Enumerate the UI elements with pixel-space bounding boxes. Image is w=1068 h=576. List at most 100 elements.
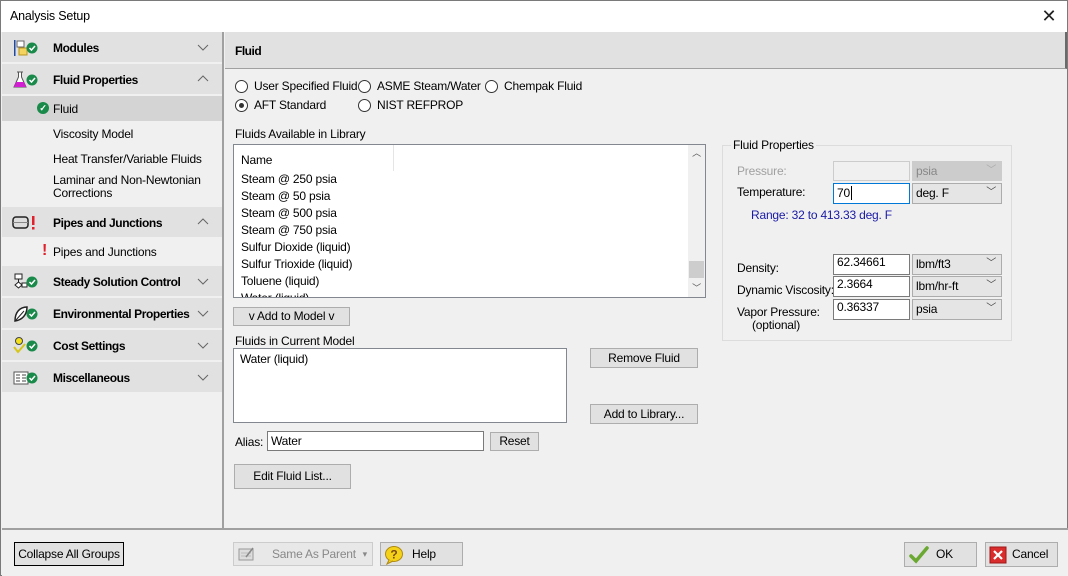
chevron-down-icon <box>196 40 210 54</box>
density-input[interactable]: 62.34661 <box>833 254 910 275</box>
ok-button[interactable]: OK <box>904 542 977 567</box>
vapor-pressure-input[interactable]: 0.36337 <box>833 299 910 320</box>
chevron-down-icon <box>196 370 210 384</box>
list-item[interactable]: Steam @ 500 psia <box>241 205 337 222</box>
viscosity-input[interactable]: 2.3664 <box>833 276 910 297</box>
chevron-down-icon: ﹀ <box>986 187 996 198</box>
radio-label: User Specified Fluid <box>254 79 358 93</box>
panel-header: Fluid <box>225 32 1067 69</box>
leaf-icon <box>12 304 38 324</box>
viscosity-unit-select[interactable]: lbm/hr-ft ﹀ <box>912 276 1002 297</box>
cancel-button[interactable]: Cancel <box>985 542 1058 567</box>
ok-label: OK <box>936 547 953 561</box>
add-to-library-button[interactable]: Add to Library... <box>590 404 698 424</box>
sidebar-group-cost-settings[interactable]: Cost Settings <box>2 330 222 362</box>
select-value: psia <box>916 302 938 316</box>
sidebar-item-heat-transfer[interactable]: Heat Transfer/Variable Fluids <box>2 146 222 171</box>
library-list[interactable]: Name Steam @ 250 psia Steam @ 50 psia St… <box>233 144 706 298</box>
alias-label: Alias: <box>235 435 264 449</box>
flask-icon <box>12 70 38 90</box>
model-fluids-list[interactable]: Water (liquid) <box>233 348 567 423</box>
radio-circle <box>235 79 248 93</box>
sidebar-group-pipes-junctions[interactable]: Pipes and Junctions <box>2 207 222 239</box>
edit-fluid-list-button[interactable]: Edit Fluid List... <box>234 464 351 489</box>
sidebar-item-fluid[interactable]: ✓ Fluid <box>2 96 222 121</box>
chevron-down-icon <box>196 338 210 352</box>
close-icon[interactable]: ✕ <box>1039 6 1059 26</box>
sidebar-group-environmental[interactable]: Environmental Properties <box>2 298 222 330</box>
chevron-down-icon: ﹀ <box>986 258 996 269</box>
radio-user-specified[interactable]: User Specified Fluid <box>235 79 358 93</box>
radio-aft-standard[interactable]: AFT Standard <box>235 98 326 112</box>
add-to-model-button[interactable]: v Add to Model v <box>233 307 350 326</box>
cost-icon <box>12 336 38 356</box>
window-title: Analysis Setup <box>10 9 90 23</box>
fluid-panel: Fluid User Specified Fluid ASME Steam/Wa… <box>225 32 1067 528</box>
radio-label: Chempak Fluid <box>504 79 583 93</box>
chevron-up-icon <box>196 215 210 229</box>
sidebar-group-miscellaneous[interactable]: Miscellaneous <box>2 362 222 394</box>
sidebar-item-viscosity-model[interactable]: Viscosity Model <box>2 121 222 146</box>
sidebar-group-modules[interactable]: Modules <box>2 32 222 64</box>
column-header-label: Name <box>241 153 273 167</box>
radio-nist-refprop[interactable]: NIST REFPROP <box>358 98 463 112</box>
density-label: Density: <box>737 261 779 275</box>
dropdown-arrow-icon: ▾ <box>362 549 368 559</box>
sidebar: Modules Fluid Properties ✓ Fluid Viscosi… <box>2 32 224 528</box>
collapse-all-groups-button[interactable]: Collapse All Groups <box>14 542 124 566</box>
scroll-thumb[interactable] <box>689 261 704 278</box>
column-header-name[interactable]: Name <box>234 145 394 171</box>
sidebar-item-pipes-junctions[interactable]: ! Pipes and Junctions <box>2 239 222 266</box>
sidebar-group-label: Pipes and Junctions <box>53 216 163 230</box>
cancel-x-icon <box>989 546 1007 572</box>
alias-input[interactable]: Water <box>267 431 484 451</box>
temperature-input[interactable]: 70 <box>833 183 910 204</box>
same-as-parent-dropdown[interactable]: Same As Parent ▾ <box>233 542 373 566</box>
sidebar-group-label: Miscellaneous <box>53 371 130 385</box>
radio-asme-steam[interactable]: ASME Steam/Water <box>358 79 481 93</box>
list-item[interactable]: Sulfur Dioxide (liquid) <box>241 239 351 256</box>
chevron-down-icon: ﹀ <box>986 303 996 314</box>
list-item[interactable]: Steam @ 50 psia <box>241 188 330 205</box>
temperature-unit-select[interactable]: deg. F ﹀ <box>912 183 1002 204</box>
list-item[interactable]: Sulfur Trioxide (liquid) <box>241 256 352 273</box>
sidebar-item-label: Pipes and Junctions <box>53 245 157 259</box>
help-button[interactable]: ? Help <box>380 542 463 566</box>
chevron-down-icon <box>196 274 210 288</box>
vapor-pressure-unit-select[interactable]: psia ﹀ <box>912 299 1002 320</box>
select-value: psia <box>916 164 938 178</box>
analysis-setup-dialog: Analysis Setup ✕ Modules Fluid Propertie… <box>0 0 1068 576</box>
radio-label: AFT Standard <box>254 98 327 112</box>
flowchart-icon <box>12 272 38 292</box>
sidebar-group-steady-solution[interactable]: Steady Solution Control <box>2 266 222 298</box>
chevron-down-icon: ﹀ <box>986 280 996 291</box>
remove-fluid-button[interactable]: Remove Fluid <box>590 348 698 368</box>
help-icon: ? <box>384 545 404 572</box>
sidebar-item-label: Fluid <box>53 102 79 116</box>
scroll-up-icon[interactable]: ︿ <box>688 145 705 162</box>
list-item[interactable]: Water (liquid) <box>241 290 309 297</box>
text-cursor <box>850 186 852 200</box>
scroll-down-icon[interactable]: ﹀ <box>688 280 705 297</box>
list-item[interactable]: Water (liquid) <box>240 351 308 368</box>
sidebar-item-laminar-corrections[interactable]: Laminar and Non-Newtonian Corrections <box>2 171 222 207</box>
sidebar-group-label: Cost Settings <box>53 339 126 353</box>
list-item[interactable]: Steam @ 750 psia <box>241 222 337 239</box>
list-item[interactable]: Steam @ 250 psia <box>241 171 337 188</box>
reset-button[interactable]: Reset <box>490 432 539 451</box>
density-unit-select[interactable]: lbm/ft3 ﹀ <box>912 254 1002 275</box>
sidebar-item-label: Heat Transfer/Variable Fluids <box>53 152 202 166</box>
help-label: Help <box>412 547 436 561</box>
library-scrollbar[interactable]: ︿ ﹀ <box>688 145 705 297</box>
fluid-properties-title: Fluid Properties <box>731 138 816 152</box>
sidebar-item-label: Viscosity Model <box>53 127 134 141</box>
pressure-input <box>833 161 910 181</box>
error-icon: ! <box>42 242 48 259</box>
radio-label: NIST REFPROP <box>377 98 464 112</box>
radio-chempak[interactable]: Chempak Fluid <box>485 79 582 93</box>
misc-icon <box>12 368 38 388</box>
sidebar-item-label: Laminar and Non-Newtonian Corrections <box>53 173 201 200</box>
sidebar-group-fluid-properties[interactable]: Fluid Properties <box>2 64 222 96</box>
viscosity-label: Dynamic Viscosity: <box>737 283 834 297</box>
list-item[interactable]: Toluene (liquid) <box>241 273 319 290</box>
